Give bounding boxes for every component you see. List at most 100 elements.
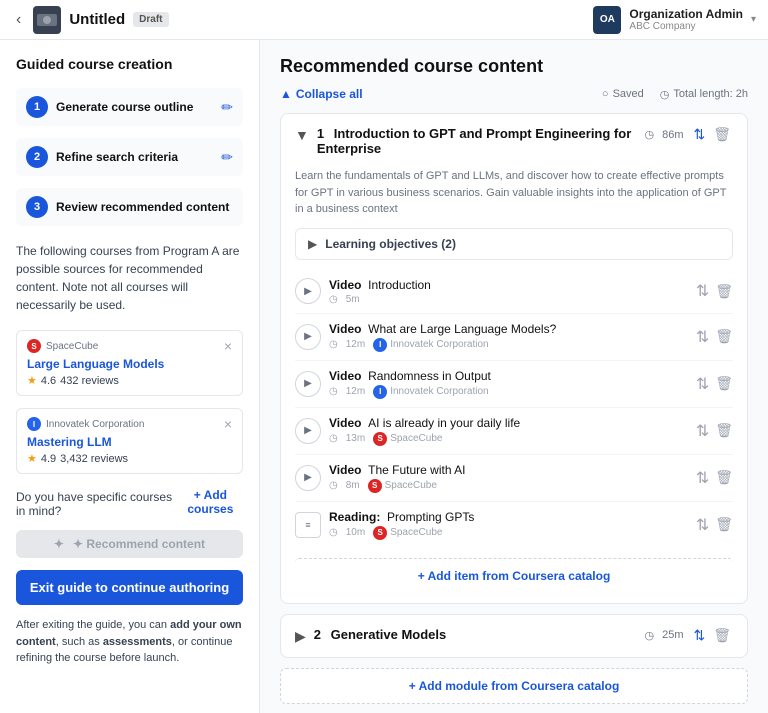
course-card-2: I Innovatek Corporation × Mastering LLM …	[16, 408, 243, 474]
delete-icon-5[interactable]: 🗑	[715, 469, 733, 486]
main-content: Recommended course content ▲ Collapse al…	[260, 40, 768, 713]
clock-icon-i3: ◷	[329, 386, 338, 397]
item-future-ai: ▶ Video The Future with AI ◷ 8m S	[295, 455, 733, 502]
item-3-provider: I Innovatek Corporation	[373, 385, 488, 399]
item-2-provider: I Innovatek Corporation	[373, 338, 488, 352]
step-3-num: 3	[26, 196, 48, 218]
content-items: ▶ Video Introduction ◷ 5m	[281, 270, 747, 558]
specific-q-label: Do you have specific courses in mind?	[16, 490, 178, 518]
clock-icon-i6: ◷	[329, 527, 338, 538]
step-2-num: 2	[26, 146, 48, 168]
module-2-delete-button[interactable]: 🗑	[711, 627, 733, 644]
item-6-title: Reading: Prompting GPTs	[329, 510, 474, 524]
spacecube-provider-icon: S	[27, 339, 41, 353]
step-1-edit-icon[interactable]: ✏	[221, 99, 233, 116]
saved-icon: ○	[602, 88, 609, 100]
delete-icon-6[interactable]: 🗑	[715, 516, 733, 533]
delete-icon-4[interactable]: 🗑	[715, 422, 733, 439]
org-icon: OA	[593, 6, 621, 34]
step-2-edit-icon[interactable]: ✏	[221, 149, 233, 166]
add-courses-button[interactable]: + Add courses	[178, 488, 243, 516]
exit-note: After exiting the guide, you can add you…	[16, 617, 243, 667]
course-1-name[interactable]: Large Language Models	[27, 357, 232, 371]
org-sub: ABC Company	[629, 21, 743, 32]
chevron-up-icon: ▲	[280, 87, 292, 101]
item-introduction: ▶ Video Introduction ◷ 5m	[295, 270, 733, 314]
play-icon-4: ▶	[295, 418, 321, 444]
item-6-meta: ◷ 10m S SpaceCube	[329, 526, 474, 540]
play-icon-5: ▶	[295, 465, 321, 491]
course-1-close-button[interactable]: ×	[224, 339, 232, 353]
spacecube-icon-i4: S	[373, 432, 387, 446]
module-2-card: ▶ 2 Generative Models ◷ 25m ⇅ 🗑	[280, 614, 748, 658]
item-4-provider: S SpaceCube	[373, 432, 442, 446]
star-icon-2: ★	[27, 452, 37, 465]
module-1-meta: ◷ 86m ⇅ 🗑	[644, 126, 733, 143]
recommend-content-button[interactable]: ✦ ✦ Recommend content	[16, 530, 243, 558]
objectives-chevron-icon: ▶	[308, 237, 317, 251]
step-1: 1 Generate course outline ✏	[16, 88, 243, 126]
drag-icon-6[interactable]: ⇅	[696, 515, 709, 535]
module-1-card: ▼ 1 Introduction to GPT and Prompt Engin…	[280, 113, 748, 604]
recommend-icon: ✦	[54, 537, 64, 551]
collapse-all-button[interactable]: ▲ Collapse all	[280, 87, 363, 101]
course-card-1: S SpaceCube × Large Language Models ★ 4.…	[16, 330, 243, 396]
objectives-label: Learning objectives (2)	[325, 237, 456, 251]
play-icon-3: ▶	[295, 371, 321, 397]
drag-icon-3[interactable]: ⇅	[696, 374, 709, 394]
delete-icon-2[interactable]: 🗑	[715, 328, 733, 345]
module-1-reorder-button[interactable]: ⇅	[691, 126, 707, 143]
module-2-reorder-button[interactable]: ⇅	[691, 627, 707, 644]
play-icon-1: ▶	[295, 278, 321, 304]
delete-icon-3[interactable]: 🗑	[715, 375, 733, 392]
module-1-toggle-button[interactable]: ▼	[295, 127, 309, 143]
module-2-meta: ◷ 25m ⇅ 🗑	[644, 627, 733, 644]
add-module-row[interactable]: + Add module from Coursera catalog	[280, 668, 748, 704]
spacecube-icon-i5: S	[368, 479, 382, 493]
step-3-desc: The following courses from Program A are…	[16, 238, 243, 318]
drag-icon-1[interactable]: ⇅	[696, 281, 709, 301]
clock-icon-i4: ◷	[329, 433, 338, 444]
drag-icon-4[interactable]: ⇅	[696, 421, 709, 441]
draft-badge: Draft	[133, 12, 168, 27]
delete-icon-1[interactable]: 🗑	[715, 283, 733, 300]
org-name: Organization Admin	[629, 7, 743, 21]
clock-icon-m2: ◷	[644, 629, 654, 642]
course-2-provider: I Innovatek Corporation	[27, 417, 144, 431]
module-2-toggle-button[interactable]: ▶	[295, 628, 306, 645]
step-2: 2 Refine search criteria ✏	[16, 138, 243, 176]
step-2-label: Refine search criteria	[56, 150, 178, 164]
module-2-title: 2 Generative Models	[314, 627, 645, 642]
module-2-header: ▶ 2 Generative Models ◷ 25m ⇅ 🗑	[281, 615, 747, 657]
exit-guide-button[interactable]: Exit guide to continue authoring	[16, 570, 243, 605]
item-randomness: ▶ Video Randomness in Output ◷ 12m I	[295, 361, 733, 408]
drag-icon-2[interactable]: ⇅	[696, 327, 709, 347]
add-module-button[interactable]: + Add module from Coursera catalog	[409, 679, 620, 693]
reading-icon-6: ≡	[295, 512, 321, 538]
content-title: Recommended course content	[280, 56, 748, 77]
play-icon-2: ▶	[295, 324, 321, 350]
add-item-button[interactable]: + Add item from Coursera catalog	[418, 569, 611, 583]
drag-icon-5[interactable]: ⇅	[696, 468, 709, 488]
item-4-meta: ◷ 13m S SpaceCube	[329, 432, 520, 446]
course-2-name[interactable]: Mastering LLM	[27, 435, 232, 449]
course-title: Untitled	[69, 11, 125, 28]
module-1-delete-button[interactable]: 🗑	[711, 126, 733, 143]
course-2-close-button[interactable]: ×	[224, 417, 232, 431]
objectives-header[interactable]: ▶ Learning objectives (2)	[296, 229, 732, 259]
back-button[interactable]: ‹	[12, 9, 25, 31]
add-item-row[interactable]: + Add item from Coursera catalog	[295, 558, 733, 593]
module-1-desc: Learn the fundamentals of GPT and LLMs, …	[281, 168, 747, 228]
innovatek-icon-i3: I	[373, 385, 387, 399]
sidebar-title: Guided course creation	[16, 56, 243, 72]
item-5-meta: ◷ 8m S SpaceCube	[329, 479, 466, 493]
clock-icon-i5: ◷	[329, 480, 338, 491]
course-1-rating: ★ 4.6 432 reviews	[27, 374, 232, 387]
item-1-title: Video Introduction	[329, 278, 431, 292]
org-chevron-icon[interactable]: ▾	[751, 14, 756, 25]
item-1-meta: ◷ 5m	[329, 294, 431, 305]
course-2-rating: ★ 4.9 3,432 reviews	[27, 452, 232, 465]
module-1-header: ▼ 1 Introduction to GPT and Prompt Engin…	[281, 114, 747, 168]
step-3: 3 Review recommended content	[16, 188, 243, 226]
sidebar: Guided course creation 1 Generate course…	[0, 40, 260, 713]
